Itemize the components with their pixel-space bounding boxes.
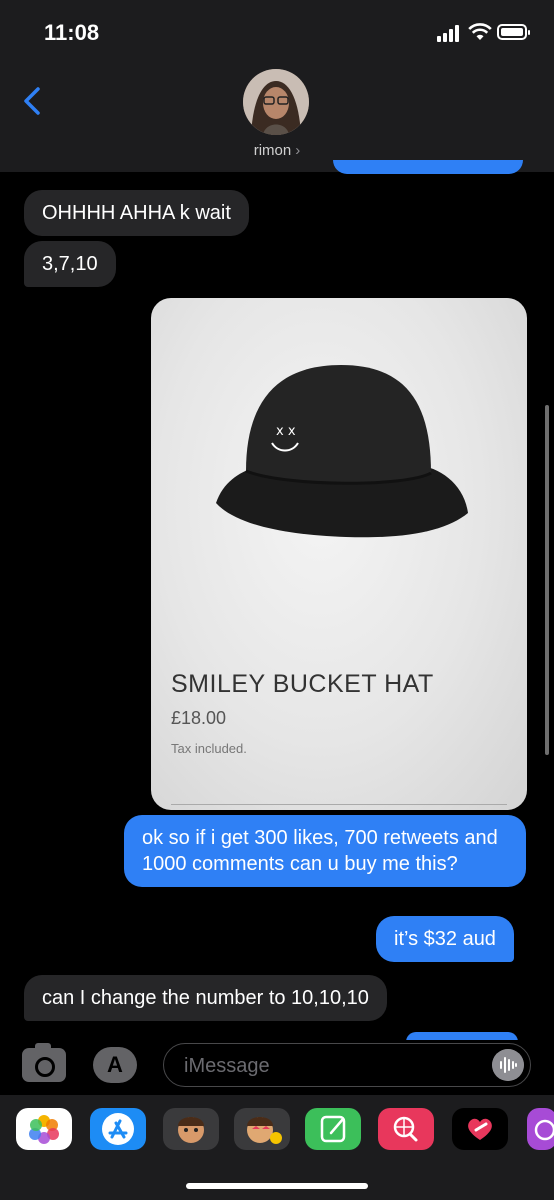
- music-app-icon[interactable]: [527, 1108, 554, 1150]
- previous-sent-bubble: [333, 160, 523, 174]
- web-search-icon[interactable]: [378, 1108, 434, 1150]
- contact-name[interactable]: rimon: [254, 142, 292, 159]
- back-chevron-icon[interactable]: [20, 86, 44, 116]
- notes-app-icon[interactable]: [305, 1108, 361, 1150]
- scrollbar[interactable]: [545, 405, 549, 755]
- contact-avatar[interactable]: [243, 69, 309, 135]
- memoji-stickers-icon[interactable]: [234, 1108, 290, 1150]
- tax-note: Tax included.: [171, 741, 247, 756]
- received-message[interactable]: 3,7,10: [24, 241, 116, 287]
- product-title: SMILEY BUCKET HAT: [171, 670, 434, 698]
- photos-app-icon[interactable]: [16, 1108, 72, 1150]
- status-time: 11:08: [44, 20, 100, 45]
- conversation-header: 11:08 rimon ›: [0, 0, 554, 172]
- bucket-hat-image: x x: [216, 365, 468, 538]
- wifi-icon: [468, 23, 492, 40]
- cellular-signal-icon: [437, 24, 463, 42]
- received-message[interactable]: can I change the number to 10,10,10: [24, 975, 387, 1021]
- sent-message[interactable]: it’s $32 aud: [376, 916, 514, 962]
- product-price: £18.00: [171, 708, 227, 728]
- app-store-icon[interactable]: [90, 1108, 146, 1150]
- sent-message[interactable]: ok so if i get 300 likes, 700 retweets a…: [124, 815, 526, 887]
- svg-text:x x: x x: [276, 424, 296, 439]
- chevron-right-icon: ›: [295, 142, 301, 159]
- audio-message-icon[interactable]: [492, 1049, 524, 1081]
- digital-touch-icon[interactable]: [452, 1108, 508, 1150]
- message-input[interactable]: [182, 1052, 476, 1080]
- memoji-icon[interactable]: [163, 1108, 219, 1150]
- home-indicator: [186, 1183, 368, 1189]
- product-link-preview[interactable]: x x SMILEY BUCKET HAT £18.00 Tax include…: [151, 298, 527, 810]
- app-store-button[interactable]: A: [93, 1047, 137, 1083]
- battery-icon: [497, 24, 530, 40]
- contact-name-row[interactable]: rimon ›: [0, 142, 554, 159]
- message-field[interactable]: [163, 1043, 531, 1087]
- camera-icon[interactable]: [22, 1043, 66, 1082]
- received-message[interactable]: OHHHH AHHA k wait: [24, 190, 249, 236]
- card-divider: [171, 804, 507, 810]
